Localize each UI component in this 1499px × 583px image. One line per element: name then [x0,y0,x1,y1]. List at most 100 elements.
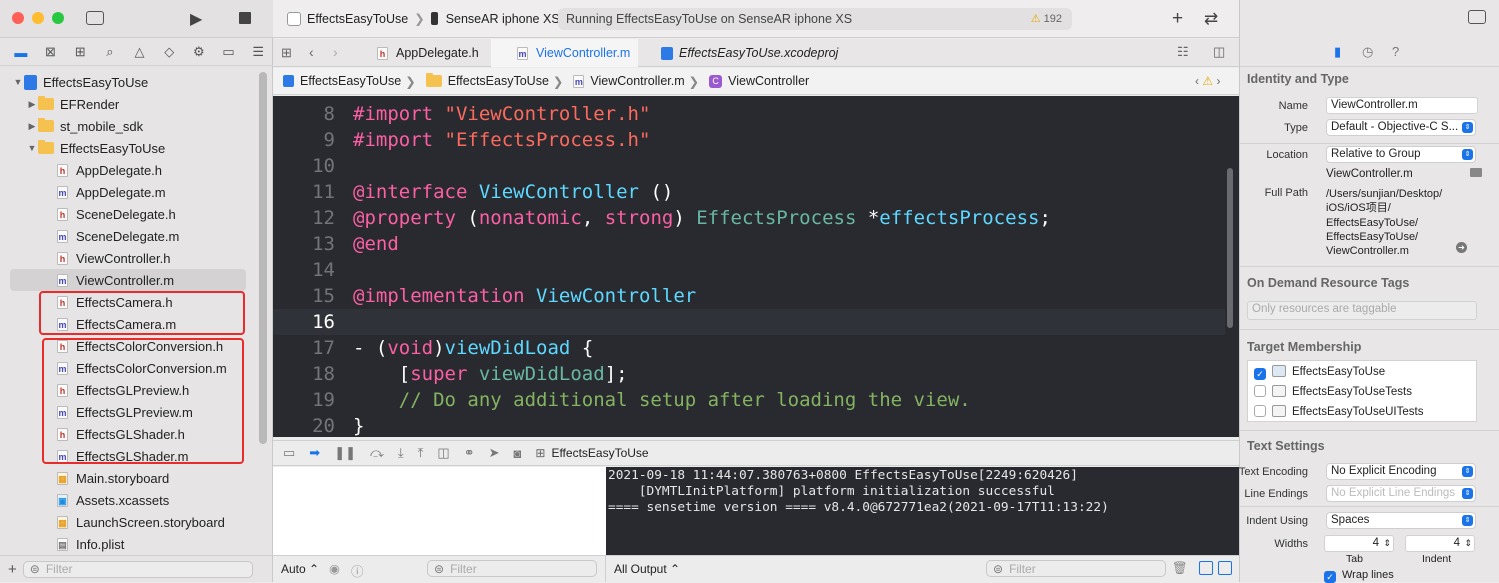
step-over-icon[interactable]: ⤼ [370,445,384,461]
show-variables-icon[interactable] [1199,561,1213,575]
target-row[interactable]: ✓ EffectsEasyToUse [1254,365,1385,380]
highlight-box-gl-files [42,338,244,464]
tree-row-folder[interactable]: ▶ st_mobile_sdk [0,115,262,137]
report-icon[interactable]: ☰ [243,44,273,60]
target-row[interactable]: EffectsEasyToUseTests [1254,385,1412,398]
inspector-toggle-icon[interactable] [1468,10,1486,24]
forward-chevron-icon[interactable]: › [333,44,338,60]
tab-width-stepper[interactable]: 4 ⇕ [1324,535,1394,552]
encoding-popup[interactable]: No Explicit Encoding ⇕ [1326,463,1476,480]
step-out-icon[interactable]: ⤒ [418,445,424,461]
navigator-filter-input[interactable]: ⊜ Filter [22,560,253,578]
tree-row-file[interactable]: h AppDelegate.h [0,159,262,181]
tree-row-file[interactable]: h SceneDelegate.h [0,203,262,225]
tab-xcodeproj[interactable]: EffectsEasyToUse.xcodeproj [661,39,838,67]
console-output[interactable]: 2021-09-18 11:44:07.380763+0800 EffectsE… [606,467,1239,555]
breakpoint-toggle-icon[interactable]: ➡ [309,445,320,461]
add-icon[interactable]: + [1172,8,1183,30]
checkbox-checked-icon[interactable]: ✓ [1254,368,1266,380]
tree-row-file[interactable]: ▣ Assets.xcassets [0,489,262,511]
camera-icon[interactable]: ◙ [514,446,522,461]
issue-navigation-icon[interactable]: ‹ ⚠ › [1195,74,1220,88]
file-inspector-icon[interactable]: ▮ [1334,44,1341,60]
source-editor[interactable]: 8 #import "ViewController.h" 9 #import "Ef… [273,96,1239,437]
hide-debug-area-icon[interactable]: ▭ [283,445,295,461]
scheme-selector[interactable]: EffectsEasyToUse ❯ SenseAR iphone XS [287,11,560,26]
location-popup[interactable]: Relative to Group ⇕ [1326,146,1476,163]
minimize-window-button[interactable] [32,12,44,24]
swap-arrows-icon[interactable]: ⇄ [1204,9,1218,29]
variables-filter-input[interactable]: ⊜ Filter [427,560,597,577]
stepper-icon[interactable]: ⇕ [1464,536,1472,551]
tree-row-file[interactable]: h ViewController.h [0,247,262,269]
tree-row-folder[interactable]: ▶ EFRender [0,93,262,115]
tree-row-project[interactable]: ▼ EffectsEasyToUse [0,71,262,93]
console-filter-input[interactable]: ⊜ Filter [986,560,1166,577]
location-icon[interactable]: ➤ [489,445,500,461]
help-icon[interactable]: ? [1392,44,1399,59]
stop-button[interactable] [239,12,251,24]
memory-graph-icon[interactable]: ⚭ [464,445,475,461]
back-chevron-icon[interactable]: ‹ [309,44,314,60]
type-popup[interactable]: Default - Objective-C S... ⇕ [1326,119,1476,136]
resource-tags-field[interactable]: Only resources are taggable [1247,301,1477,320]
tree-row-file[interactable]: ▦ LaunchScreen.storyboard [0,511,262,533]
symbol-hierarchy-icon[interactable]: ⊞ [65,44,95,60]
folder-icon[interactable] [1470,168,1482,177]
tree-row-folder[interactable]: ▼ EffectsEasyToUse [0,137,262,159]
tree-row-file[interactable]: m AppDelegate.m [0,181,262,203]
tree-row-file[interactable]: ▦ Main.storyboard [0,467,262,489]
debug-icon[interactable]: ⚙ [184,44,214,60]
split-editor-icon[interactable]: ◫ [1213,44,1225,60]
checkbox-icon[interactable] [1254,405,1266,417]
run-button[interactable]: ▶ [190,9,202,29]
debug-target[interactable]: ⊞ EffectsEasyToUse [535,446,648,460]
history-icon[interactable]: ◷ [1362,44,1373,60]
target-row[interactable]: EffectsEasyToUseUITests [1254,405,1423,418]
trash-icon[interactable]: 🗑 [1172,561,1188,576]
tab-appdelegate-h[interactable]: h AppDelegate.h [377,39,479,67]
indent-popup[interactable]: Spaces ⇕ [1326,512,1476,529]
close-window-button[interactable] [12,12,24,24]
navigator-scrollbar[interactable] [259,72,267,444]
warning-icon[interactable]: △ [125,44,155,60]
warning-count[interactable]: ⚠ 192 [1031,12,1062,25]
name-field[interactable]: ViewController.m [1326,97,1478,114]
tab-viewcontroller-m[interactable]: m ViewController.m [491,39,638,67]
show-console-icon[interactable] [1218,561,1232,575]
sidebar-toggle-icon[interactable] [86,11,104,25]
tree-row-file[interactable]: m SceneDelegate.m [0,225,262,247]
tree-row-label: Info.plist [76,536,125,552]
variables-view[interactable] [273,467,606,555]
checkbox-icon[interactable] [1254,385,1266,397]
breadcrumb-folder[interactable]: EffectsEasyToUse ❯ [425,73,568,89]
indent-width-stepper[interactable]: 4 ⇕ [1405,535,1475,552]
reveal-arrow-icon[interactable]: ➜ [1456,242,1467,253]
folder-icon[interactable]: ▬ [6,45,36,60]
output-selector[interactable]: All Output ⌃ [614,562,680,576]
view-debugger-icon[interactable]: ◫ [437,445,449,461]
pause-icon[interactable]: ❚❚ [334,445,356,461]
breadcrumb-project[interactable]: EffectsEasyToUse ❯ [283,74,420,89]
auto-selector[interactable]: Auto ⌃ [281,562,319,576]
grid-icon[interactable]: ⊞ [281,45,292,61]
tree-row-file[interactable]: ▤ Info.plist [0,533,262,555]
zoom-window-button[interactable] [52,12,64,24]
eye-icon[interactable]: ◉ [329,561,340,576]
add-icon[interactable]: + [8,561,17,578]
line-endings-popup[interactable]: No Explicit Line Endings ⇕ [1326,485,1476,502]
breakpoint-icon[interactable]: ▭ [214,44,244,60]
breadcrumb-symbol[interactable]: C ViewController [709,74,809,88]
checkbox-checked-icon[interactable]: ✓ [1324,571,1336,583]
step-into-icon[interactable]: ⤓ [398,445,404,461]
tree-row-file-selected[interactable]: m ViewController.m [10,269,246,291]
test-diamond-icon[interactable]: ◇ [154,44,184,60]
editor-options-icon[interactable]: ☷ [1177,44,1189,60]
stepper-icon[interactable]: ⇕ [1383,536,1391,551]
full-path: /Users/sunjian/Desktop/ iOS/iOS项目/ Effec… [1326,187,1442,258]
wrap-lines-checkbox[interactable]: ✓ Wrap lines [1324,569,1394,583]
source-control-icon[interactable]: ⊠ [36,44,66,60]
info-icon[interactable]: ⓘ [351,561,364,580]
search-icon[interactable]: ⌕ [95,44,125,60]
breadcrumb-file[interactable]: m ViewController.m ❯ [573,74,703,89]
